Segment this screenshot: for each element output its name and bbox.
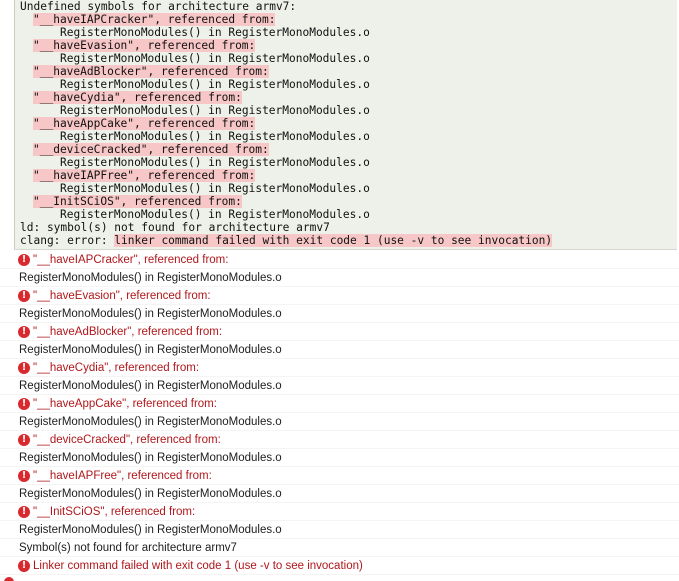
log-symbol-line: "__haveEvasion", referenced from: [33, 39, 256, 52]
issue-error-text: "__haveIAPFree", referenced from: [33, 470, 212, 482]
log-ref-line: RegisterMonoModules() in RegisterMonoMod… [60, 156, 370, 169]
issue-error-row[interactable]: ! "__haveIAPFree", referenced from: [0, 467, 679, 485]
issue-error-row[interactable]: ! "__haveCydia", referenced from: [0, 359, 679, 377]
issue-final-error-row[interactable]: ! Linker command failed with exit code 1 … [0, 557, 679, 575]
issue-error-row[interactable]: ! "__haveEvasion", referenced from: [0, 287, 679, 305]
log-ref-line: RegisterMonoModules() in RegisterMonoMod… [60, 208, 370, 221]
issue-detail-row[interactable]: RegisterMonoModules() in RegisterMonoMod… [0, 449, 679, 467]
log-symbol-line: "__haveCydia", referenced from: [33, 91, 242, 104]
error-icon: ! [18, 560, 30, 572]
log-symbol-line: "__haveAdBlocker", referenced from: [33, 65, 269, 78]
log-ref-line: RegisterMonoModules() in RegisterMonoMod… [60, 78, 370, 91]
error-icon: ! [18, 470, 30, 482]
error-icon: ! [18, 398, 30, 410]
issue-detail-row[interactable]: RegisterMonoModules() in RegisterMonoMod… [0, 269, 679, 287]
issue-error-text: "__InitSCiOS", referenced from: [33, 506, 196, 518]
log-symbol-line: "__haveAppCake", referenced from: [33, 117, 256, 130]
log-symbol-line: "__haveIAPFree", referenced from: [33, 169, 256, 182]
issue-error-text: "__haveAdBlocker", referenced from: [33, 326, 223, 338]
log-ref-line: RegisterMonoModules() in RegisterMonoMod… [60, 104, 370, 117]
issue-error-row[interactable]: ! "__haveAppCake", referenced from: [0, 395, 679, 413]
log-clang-message: linker command failed with exit code 1 (… [114, 234, 553, 247]
log-symbol-line: "__deviceCracked", referenced from: [33, 143, 269, 156]
issue-error-row[interactable]: ! "__InitSCiOS", referenced from: [0, 503, 679, 521]
issue-error-text: "__haveCydia", referenced from: [33, 362, 200, 374]
cut-off-next-row [0, 577, 679, 581]
log-symbol-line: "__haveIAPCracker", referenced from: [33, 13, 276, 26]
error-icon: ! [18, 290, 30, 302]
log-clang-prefix: clang: error: [20, 234, 115, 247]
log-ref-line: RegisterMonoModules() in RegisterMonoMod… [60, 26, 370, 39]
error-icon [4, 577, 14, 581]
error-icon: ! [18, 434, 30, 446]
issue-error-text: "__haveEvasion", referenced from: [33, 290, 211, 302]
build-log: Undefined symbols for architecture armv7… [14, 0, 677, 250]
error-icon: ! [18, 506, 30, 518]
log-ref-line: RegisterMonoModules() in RegisterMonoMod… [60, 182, 370, 195]
issue-detail-row[interactable]: RegisterMonoModules() in RegisterMonoMod… [0, 305, 679, 323]
issue-error-text: "__haveAppCake", referenced from: [33, 398, 217, 410]
error-icon: ! [18, 362, 30, 374]
issue-detail-row[interactable]: RegisterMonoModules() in RegisterMonoMod… [0, 377, 679, 395]
issue-detail-row[interactable]: RegisterMonoModules() in RegisterMonoMod… [0, 485, 679, 503]
log-symbol-line: "__InitSCiOS", referenced from: [33, 195, 242, 208]
issue-detail-row[interactable]: RegisterMonoModules() in RegisterMonoMod… [0, 341, 679, 359]
issue-final-error-text: Linker command failed with exit code 1 (… [33, 560, 363, 572]
issue-error-text: "__deviceCracked", referenced from: [33, 434, 221, 446]
log-ld-line: ld: symbol(s) not found for architecture… [20, 221, 330, 234]
error-icon: ! [18, 326, 30, 338]
log-ref-line: RegisterMonoModules() in RegisterMonoMod… [60, 52, 370, 65]
issue-error-row[interactable]: ! "__deviceCracked", referenced from: [0, 431, 679, 449]
log-header: Undefined symbols for architecture armv7… [20, 0, 297, 13]
issue-error-text: "__haveIAPCracker", referenced from: [33, 254, 229, 266]
issue-summary-row[interactable]: Symbol(s) not found for architecture arm… [0, 539, 679, 557]
issue-detail-row[interactable]: RegisterMonoModules() in RegisterMonoMod… [0, 413, 679, 431]
log-ref-line: RegisterMonoModules() in RegisterMonoMod… [60, 130, 370, 143]
issue-error-row[interactable]: ! "__haveAdBlocker", referenced from: [0, 323, 679, 341]
error-icon: ! [18, 254, 30, 266]
issue-detail-row[interactable]: RegisterMonoModules() in RegisterMonoMod… [0, 521, 679, 539]
issue-error-row[interactable]: ! "__haveIAPCracker", referenced from: [0, 251, 679, 269]
issue-list: ! "__haveIAPCracker", referenced from: Re… [0, 251, 679, 581]
